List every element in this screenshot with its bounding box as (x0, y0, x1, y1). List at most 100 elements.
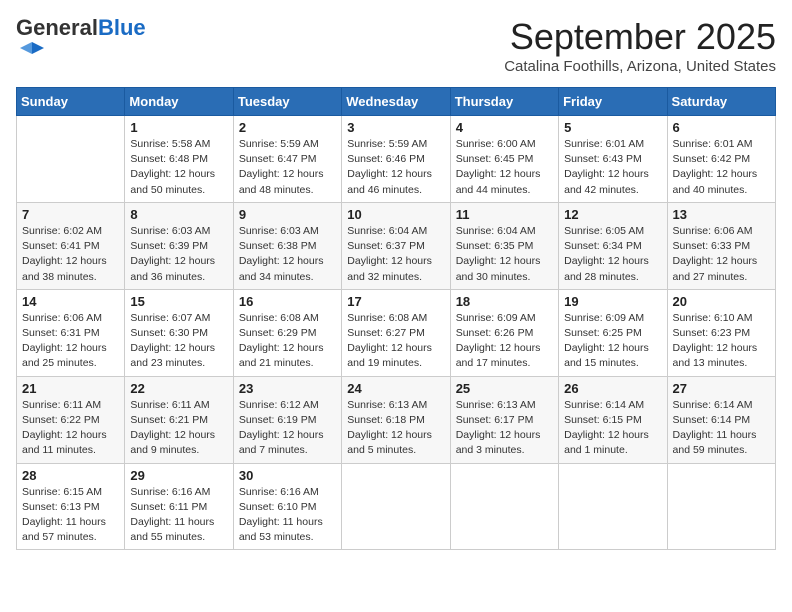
weekday-header-wednesday: Wednesday (342, 88, 450, 116)
day-number: 17 (347, 294, 444, 309)
weekday-header-saturday: Saturday (667, 88, 775, 116)
calendar-cell: 29Sunrise: 6:16 AMSunset: 6:11 PMDayligh… (125, 463, 233, 550)
calendar-cell: 11 Sunrise: 6:04 AMSunset: 6:35 PMDayligh… (450, 202, 558, 289)
month-title: September 2025 (504, 16, 776, 58)
day-info: Sunrise: 6:03 AMSunset: 6:38 PMDaylight:… (239, 224, 336, 285)
logo-icon (18, 40, 46, 68)
weekday-header-friday: Friday (559, 88, 667, 116)
day-number: 22 (130, 381, 227, 396)
weekday-header-sunday: Sunday (17, 88, 125, 116)
day-number: 16 (239, 294, 336, 309)
day-number: 23 (239, 381, 336, 396)
day-info: Sunrise: 6:03 AMSunset: 6:39 PMDaylight:… (130, 224, 227, 285)
day-number: 27 (673, 381, 770, 396)
calendar-week-1: 1 Sunrise: 5:58 AMSunset: 6:48 PMDaylight… (17, 116, 776, 203)
calendar-week-2: 7 Sunrise: 6:02 AMSunset: 6:41 PMDaylight… (17, 202, 776, 289)
day-info: Sunrise: 6:09 AMSunset: 6:25 PMDaylight:… (564, 311, 661, 372)
day-info: Sunrise: 6:09 AMSunset: 6:26 PMDaylight:… (456, 311, 553, 372)
title-block: September 2025 Catalina Foothills, Arizo… (504, 16, 776, 75)
day-info: Sunrise: 6:16 AMSunset: 6:10 PMDaylight:… (239, 485, 336, 546)
day-number: 29 (130, 468, 227, 483)
calendar-table: SundayMondayTuesdayWednesdayThursdayFrid… (16, 87, 776, 550)
calendar-cell: 9 Sunrise: 6:03 AMSunset: 6:38 PMDaylight… (233, 202, 341, 289)
calendar-cell: 8Sunrise: 6:03 AMSunset: 6:39 PMDaylight… (125, 202, 233, 289)
calendar-week-4: 21 Sunrise: 6:11 AMSunset: 6:22 PMDayligh… (17, 376, 776, 463)
day-info: Sunrise: 6:12 AMSunset: 6:19 PMDaylight:… (239, 398, 336, 459)
calendar-week-3: 14 Sunrise: 6:06 AMSunset: 6:31 PMDayligh… (17, 289, 776, 376)
calendar-cell: 24 Sunrise: 6:13 AMSunset: 6:18 PMDayligh… (342, 376, 450, 463)
weekday-header-monday: Monday (125, 88, 233, 116)
day-number: 25 (456, 381, 553, 396)
day-number: 5 (564, 120, 661, 135)
day-info: Sunrise: 6:01 AMSunset: 6:42 PMDaylight:… (673, 137, 770, 198)
day-info: Sunrise: 6:14 AMSunset: 6:14 PMDaylight:… (673, 398, 770, 459)
calendar-cell: 30 Sunrise: 6:16 AMSunset: 6:10 PMDayligh… (233, 463, 341, 550)
calendar-cell (450, 463, 558, 550)
day-number: 14 (22, 294, 119, 309)
day-info: Sunrise: 6:04 AMSunset: 6:35 PMDaylight:… (456, 224, 553, 285)
day-info: Sunrise: 6:08 AMSunset: 6:27 PMDaylight:… (347, 311, 444, 372)
day-number: 19 (564, 294, 661, 309)
day-number: 10 (347, 207, 444, 222)
day-info: Sunrise: 6:07 AMSunset: 6:30 PMDaylight:… (130, 311, 227, 372)
day-info: Sunrise: 6:13 AMSunset: 6:18 PMDaylight:… (347, 398, 444, 459)
calendar-cell: 25 Sunrise: 6:13 AMSunset: 6:17 PMDayligh… (450, 376, 558, 463)
calendar-cell: 14 Sunrise: 6:06 AMSunset: 6:31 PMDayligh… (17, 289, 125, 376)
day-info: Sunrise: 6:06 AMSunset: 6:31 PMDaylight:… (22, 311, 119, 372)
day-info: Sunrise: 6:04 AMSunset: 6:37 PMDaylight:… (347, 224, 444, 285)
day-number: 1 (130, 120, 227, 135)
day-info: Sunrise: 6:05 AMSunset: 6:34 PMDaylight:… (564, 224, 661, 285)
calendar-week-5: 28Sunrise: 6:15 AMSunset: 6:13 PMDayligh… (17, 463, 776, 550)
day-number: 18 (456, 294, 553, 309)
calendar-cell: 3Sunrise: 5:59 AMSunset: 6:46 PMDaylight… (342, 116, 450, 203)
calendar-cell: 28Sunrise: 6:15 AMSunset: 6:13 PMDayligh… (17, 463, 125, 550)
calendar-cell: 23 Sunrise: 6:12 AMSunset: 6:19 PMDayligh… (233, 376, 341, 463)
logo: GeneralBlue (16, 16, 146, 73)
calendar-cell: 20 Sunrise: 6:10 AMSunset: 6:23 PMDayligh… (667, 289, 775, 376)
day-number: 6 (673, 120, 770, 135)
day-info: Sunrise: 6:13 AMSunset: 6:17 PMDaylight:… (456, 398, 553, 459)
day-number: 7 (22, 207, 119, 222)
day-info: Sunrise: 6:11 AMSunset: 6:22 PMDaylight:… (22, 398, 119, 459)
calendar-cell: 2 Sunrise: 5:59 AMSunset: 6:47 PMDaylight… (233, 116, 341, 203)
calendar-cell: 6 Sunrise: 6:01 AMSunset: 6:42 PMDaylight… (667, 116, 775, 203)
day-info: Sunrise: 6:02 AMSunset: 6:41 PMDaylight:… (22, 224, 119, 285)
day-info: Sunrise: 6:14 AMSunset: 6:15 PMDaylight:… (564, 398, 661, 459)
calendar-cell (559, 463, 667, 550)
day-number: 24 (347, 381, 444, 396)
day-number: 2 (239, 120, 336, 135)
calendar-cell: 26 Sunrise: 6:14 AMSunset: 6:15 PMDayligh… (559, 376, 667, 463)
logo-general: General (16, 15, 98, 40)
calendar-cell: 17 Sunrise: 6:08 AMSunset: 6:27 PMDayligh… (342, 289, 450, 376)
day-number: 21 (22, 381, 119, 396)
calendar-cell (342, 463, 450, 550)
location-subtitle: Catalina Foothills, Arizona, United Stat… (504, 58, 776, 75)
day-number: 11 (456, 207, 553, 222)
day-number: 30 (239, 468, 336, 483)
day-info: Sunrise: 6:06 AMSunset: 6:33 PMDaylight:… (673, 224, 770, 285)
day-info: Sunrise: 6:11 AMSunset: 6:21 PMDaylight:… (130, 398, 227, 459)
weekday-header-row: SundayMondayTuesdayWednesdayThursdayFrid… (17, 88, 776, 116)
day-info: Sunrise: 5:59 AMSunset: 6:47 PMDaylight:… (239, 137, 336, 198)
day-number: 4 (456, 120, 553, 135)
day-info: Sunrise: 6:01 AMSunset: 6:43 PMDaylight:… (564, 137, 661, 198)
weekday-header-thursday: Thursday (450, 88, 558, 116)
calendar-cell: 16Sunrise: 6:08 AMSunset: 6:29 PMDayligh… (233, 289, 341, 376)
day-number: 12 (564, 207, 661, 222)
calendar-cell: 15Sunrise: 6:07 AMSunset: 6:30 PMDayligh… (125, 289, 233, 376)
calendar-cell: 27 Sunrise: 6:14 AMSunset: 6:14 PMDayligh… (667, 376, 775, 463)
day-number: 3 (347, 120, 444, 135)
day-number: 9 (239, 207, 336, 222)
day-number: 20 (673, 294, 770, 309)
day-info: Sunrise: 6:00 AMSunset: 6:45 PMDaylight:… (456, 137, 553, 198)
calendar-cell (17, 116, 125, 203)
day-info: Sunrise: 5:58 AMSunset: 6:48 PMDaylight:… (130, 137, 227, 198)
calendar-cell: 22 Sunrise: 6:11 AMSunset: 6:21 PMDayligh… (125, 376, 233, 463)
calendar-cell: 18 Sunrise: 6:09 AMSunset: 6:26 PMDayligh… (450, 289, 558, 376)
day-number: 26 (564, 381, 661, 396)
day-info: Sunrise: 6:10 AMSunset: 6:23 PMDaylight:… (673, 311, 770, 372)
calendar-cell: 13Sunrise: 6:06 AMSunset: 6:33 PMDayligh… (667, 202, 775, 289)
calendar-cell (667, 463, 775, 550)
logo-blue: Blue (98, 15, 146, 40)
calendar-cell: 21 Sunrise: 6:11 AMSunset: 6:22 PMDayligh… (17, 376, 125, 463)
